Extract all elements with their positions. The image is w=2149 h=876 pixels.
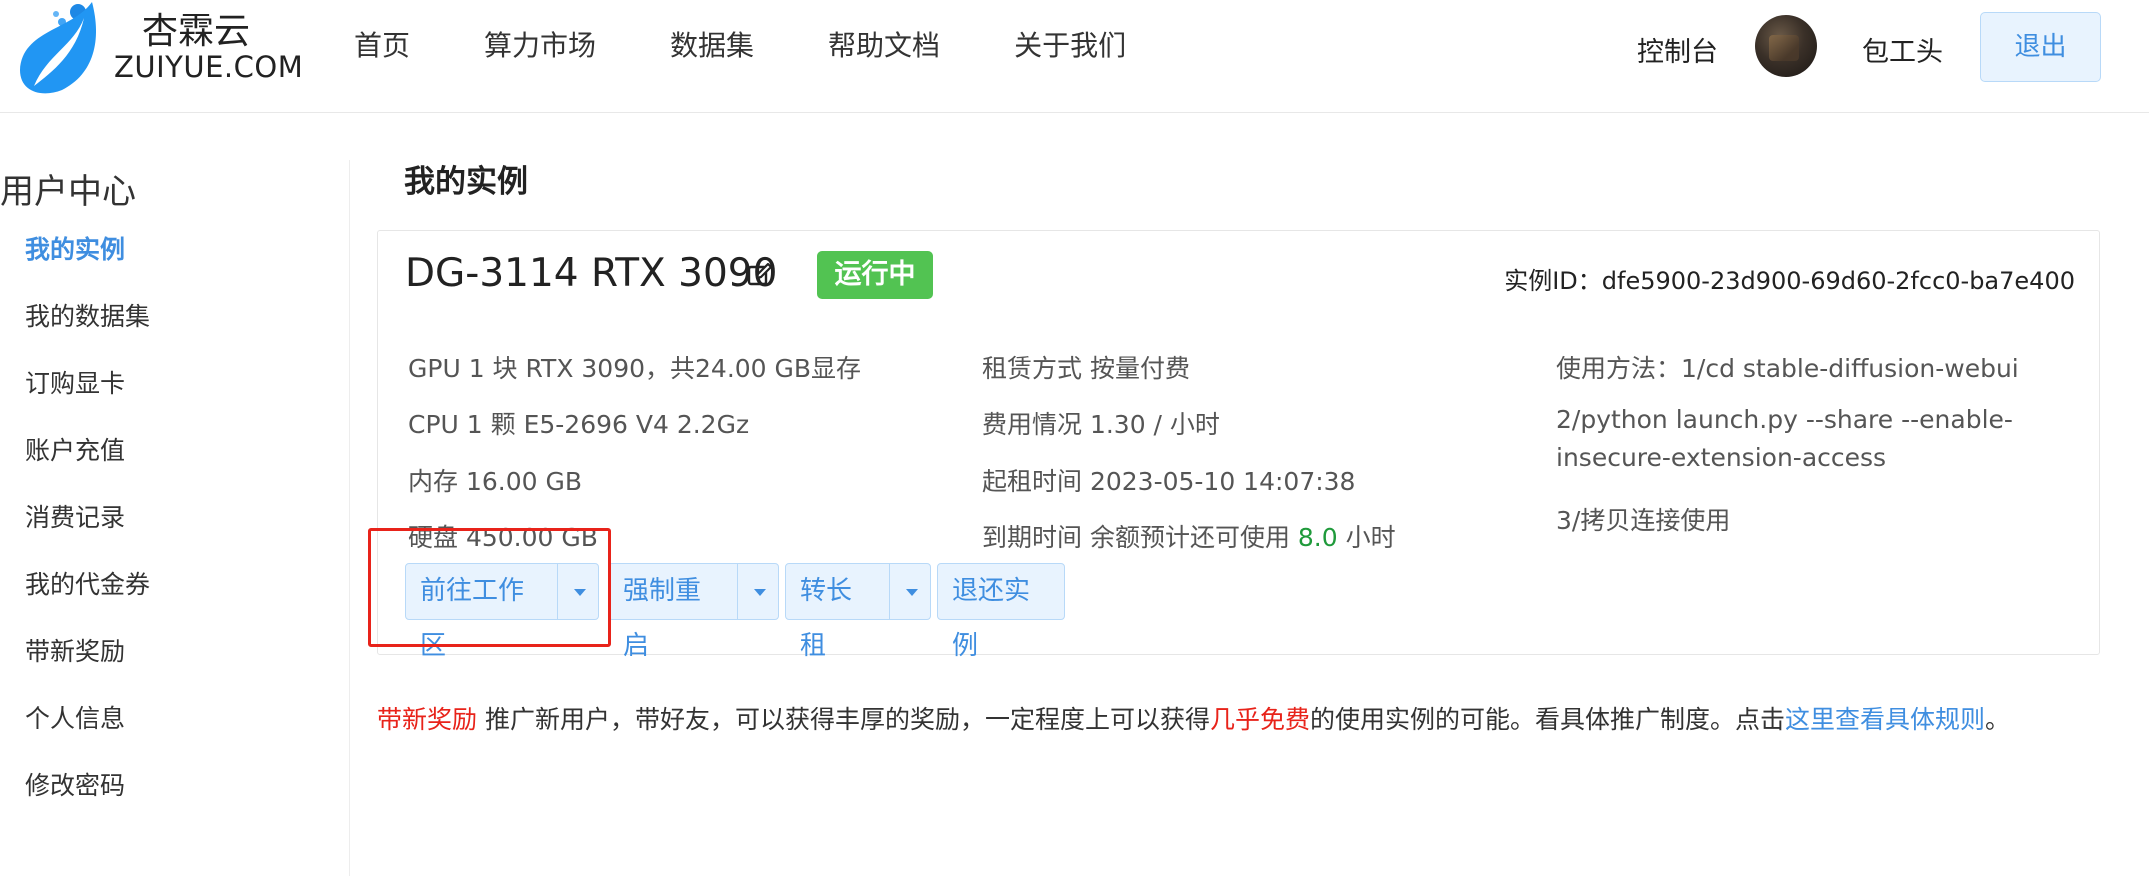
sidebar-item-billing-records[interactable]: 消费记录 [25, 498, 125, 534]
promo-end: 。 [1985, 705, 2011, 734]
return-instance-button[interactable]: 退还实例 [938, 564, 1064, 661]
long-term-dropdown-icon[interactable] [888, 564, 930, 619]
billing-expire-prefix: 到期时间 余额预计还可使用 [982, 523, 1298, 552]
logo-text-cn: 杏霖云 [142, 11, 251, 52]
site-logo[interactable]: 杏霖云 ZUIYUE.COM [12, 0, 304, 100]
sidebar: 用户中心 我的实例 我的数据集 订购显卡 账户充值 消费记录 我的代金券 带新奖… [0, 160, 350, 876]
sidebar-item-order-gpu[interactable]: 订购显卡 [25, 364, 125, 400]
spec-memory: 内存 16.00 GB [408, 467, 582, 496]
usage-line-2b: insecure-extension-access [1556, 443, 1887, 472]
nav-home[interactable]: 首页 [354, 24, 410, 64]
spec-cpu: CPU 1 颗 E5-2696 V4 2.2Gz [408, 410, 750, 439]
sidebar-item-recharge[interactable]: 账户充值 [25, 431, 125, 467]
spec-gpu: GPU 1 块 RTX 3090，共24.00 GB显存 [408, 354, 862, 383]
billing-start-time: 起租时间 2023-05-10 14:07:38 [982, 467, 1356, 496]
billing-cost: 费用情况 1.30 / 小时 [982, 410, 1220, 439]
billing-expire: 到期时间 余额预计还可使用 8.0 小时 [982, 518, 1396, 554]
workspace-button-group: 前往工作区 [405, 563, 599, 661]
billing-mode: 租赁方式 按量付费 [982, 354, 1190, 383]
instance-id: 实例ID：dfe5900-23d900-69d60-2fcc0-ba7e400 [1504, 267, 2075, 295]
billing-expire-suffix: 小时 [1337, 523, 1396, 552]
nav-datasets[interactable]: 数据集 [670, 24, 754, 64]
promo-highlight: 几乎免费 [1209, 705, 1310, 734]
sidebar-item-profile[interactable]: 个人信息 [25, 699, 125, 735]
workspace-dropdown-icon[interactable] [557, 564, 598, 619]
avatar[interactable] [1755, 15, 1817, 77]
force-restart-button[interactable]: 强制重启 [609, 564, 737, 661]
status-badge: 运行中 [817, 251, 933, 299]
promo-text-1: 推广新用户，带好友，可以获得丰厚的奖励，一定程度上可以获得 [477, 705, 1210, 734]
promo-rules-link[interactable]: 这里查看具体规则 [1785, 705, 1985, 734]
usage-line-3: 3/拷贝连接使用 [1556, 506, 1731, 535]
page-title: 我的实例 [404, 164, 528, 200]
billing-expire-value: 8.0 [1297, 523, 1338, 552]
edit-icon[interactable] [746, 261, 774, 289]
nav-help-docs[interactable]: 帮助文档 [828, 24, 940, 64]
sidebar-item-my-instances[interactable]: 我的实例 [25, 230, 125, 266]
sidebar-item-my-datasets[interactable]: 我的数据集 [25, 297, 150, 333]
main-nav: 首页 算力市场 数据集 帮助文档 关于我们 [354, 24, 1200, 64]
spec-disk: 硬盘 450.00 GB [408, 523, 598, 552]
restart-dropdown-icon[interactable] [736, 564, 778, 619]
promo-text-2: 的使用实例的可能。看具体推广制度。点击 [1309, 705, 1785, 734]
usage-line-1: 使用方法：1/cd stable-diffusion-webui [1556, 354, 2019, 383]
console-link[interactable]: 控制台 [1637, 30, 1718, 69]
nav-compute-market[interactable]: 算力市场 [484, 24, 596, 64]
sidebar-item-vouchers[interactable]: 我的代金券 [25, 565, 150, 601]
logo-drop-icon [20, 2, 97, 94]
promo-tag: 带新奖励 [377, 705, 478, 734]
logout-button[interactable]: 退出 [1980, 12, 2101, 82]
logo-text-en: ZUIYUE.COM [114, 50, 304, 84]
restart-button-group: 强制重启 [608, 563, 779, 661]
goto-workspace-button[interactable]: 前往工作区 [406, 564, 557, 661]
sidebar-item-change-password[interactable]: 修改密码 [25, 766, 125, 802]
convert-long-term-button[interactable]: 转长租 [786, 564, 889, 661]
long-term-button-group: 转长租 [785, 563, 931, 661]
instance-name: DG-3114 RTX 3090 [405, 251, 778, 296]
sidebar-title: 用户中心 [0, 172, 136, 212]
promo-banner: 带新奖励 推广新用户，带好友，可以获得丰厚的奖励，一定程度上可以获得几乎免费的使… [377, 700, 2010, 736]
return-button-group: 退还实例 [937, 563, 1065, 661]
top-header: 杏霖云 ZUIYUE.COM 首页 算力市场 数据集 帮助文档 关于我们 控制台… [0, 0, 2149, 113]
sidebar-item-referral-rewards[interactable]: 带新奖励 [25, 632, 125, 668]
nav-about-us[interactable]: 关于我们 [1014, 24, 1126, 64]
instance-card: DG-3114 RTX 3090 运行中 实例ID：dfe5900-23d900… [377, 230, 2100, 661]
username[interactable]: 包工头 [1862, 30, 1943, 69]
usage-line-2a: 2/python launch.py --share --enable- [1556, 405, 2013, 434]
